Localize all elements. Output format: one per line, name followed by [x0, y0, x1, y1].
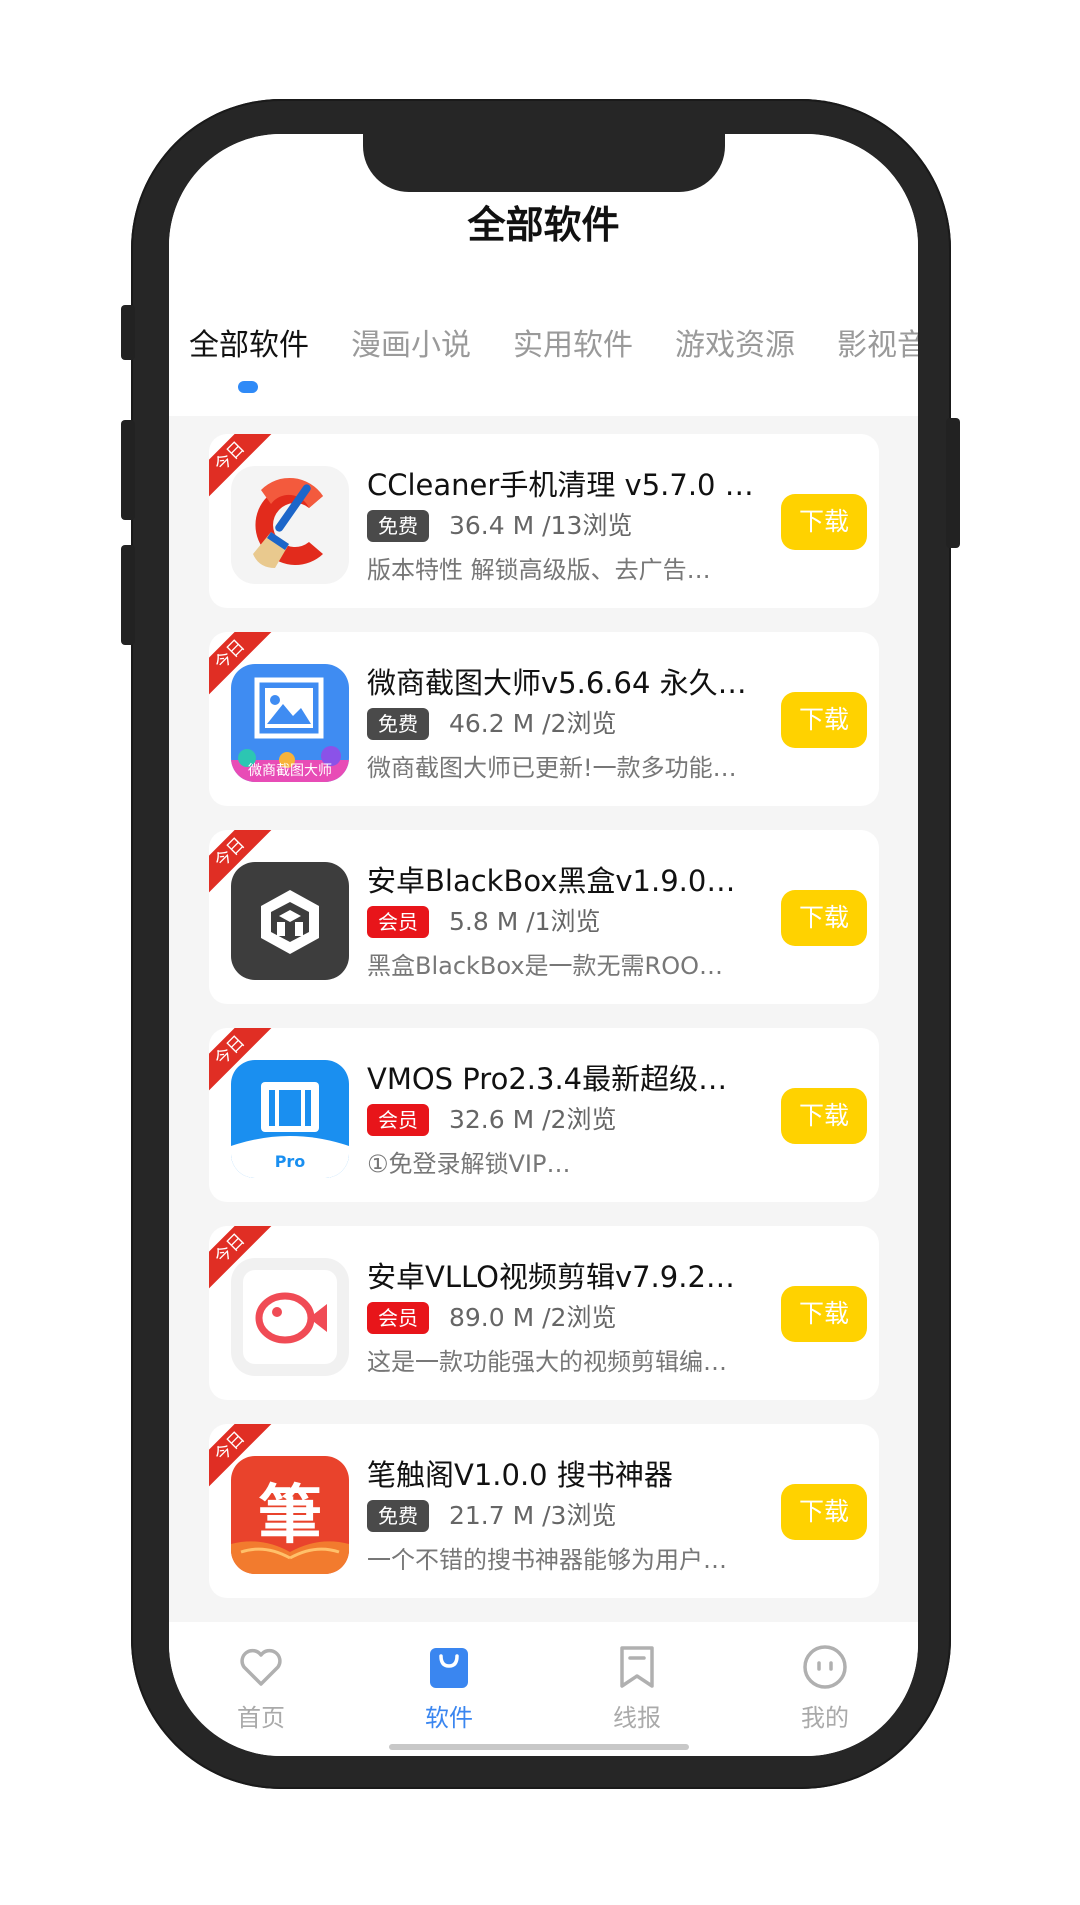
nav-label: 线报	[613, 1704, 661, 1732]
tab-utility-software[interactable]: 实用软件	[513, 320, 633, 364]
nav-profile[interactable]: 我的	[765, 1642, 885, 1733]
nav-home[interactable]: 首页	[201, 1642, 321, 1733]
screen: 全部软件 全部软件 漫画小说 实用软件 游戏资源 影视音 今日 CCleaner…	[169, 134, 918, 1756]
ribbon-label: 今日	[209, 632, 281, 704]
bottom-nav: 首页 软件 线报 我的	[169, 1622, 918, 1756]
smiley-face-icon	[803, 1645, 847, 1689]
today-ribbon: 今日	[209, 1028, 281, 1100]
tab-game-resources[interactable]: 游戏资源	[675, 320, 795, 364]
size-views: 21.7 M /3浏览	[449, 1501, 617, 1530]
today-ribbon: 今日	[209, 434, 281, 506]
app-description: ①免登录解锁VIP…	[367, 1150, 571, 1178]
list-item[interactable]: 今日 微商截图大师 微商截图大师v5.6.64 永久… 免费 46.2 M /2…	[209, 632, 879, 806]
list-item[interactable]: 今日 安卓BlackBox黑盒v1.9.0… 会员 5.8 M /1浏览 黑盒B…	[209, 830, 879, 1004]
list-item[interactable]: 今日 Pro VMOS Pro2.3.4最新超级… 会员 32.6 M /2浏览…	[209, 1028, 879, 1202]
list-item[interactable]: 今日 筆 笔触阁V1.0.0 搜书神器 免费 21.7 M /3浏览 一个不错的…	[209, 1424, 879, 1598]
today-ribbon: 今日	[209, 632, 281, 704]
app-title: 微商截图大师v5.6.64 永久…	[367, 666, 747, 700]
app-title: 安卓BlackBox黑盒v1.9.0…	[367, 864, 736, 898]
today-ribbon: 今日	[209, 830, 281, 902]
today-ribbon: 今日	[209, 1424, 281, 1496]
size-views: 46.2 M /2浏览	[449, 709, 617, 738]
nav-software[interactable]: 软件	[389, 1642, 509, 1733]
side-button	[121, 305, 135, 360]
shopping-bag-icon	[430, 1648, 468, 1688]
download-button[interactable]: 下载	[781, 494, 867, 550]
nav-label: 首页	[237, 1704, 285, 1732]
bookmark-icon	[620, 1646, 654, 1688]
side-button	[946, 418, 960, 548]
today-ribbon: 今日	[209, 1226, 281, 1298]
side-button	[121, 545, 135, 645]
list-item[interactable]: 今日 CCleaner手机清理 v5.7.0 … 免费 36.4 M /13浏览…	[209, 434, 879, 608]
home-indicator	[389, 1744, 689, 1750]
download-button[interactable]: 下载	[781, 1484, 867, 1540]
download-button[interactable]: 下载	[781, 890, 867, 946]
price-badge: 会员	[367, 1104, 429, 1136]
size-views: 89.0 M /2浏览	[449, 1303, 617, 1332]
app-title: 笔触阁V1.0.0 搜书神器	[367, 1458, 673, 1492]
nav-label: 我的	[801, 1704, 849, 1732]
category-tabs: 全部软件 漫画小说 实用软件 游戏资源 影视音	[189, 320, 918, 380]
price-badge: 免费	[367, 1500, 429, 1532]
ribbon-label: 今日	[209, 830, 281, 902]
tab-indicator	[238, 381, 258, 393]
nav-label: 软件	[425, 1704, 473, 1732]
app-description: 微商截图大师已更新!一款多功能…	[367, 754, 737, 782]
size-views: 36.4 M /13浏览	[449, 511, 633, 540]
size-views: 32.6 M /2浏览	[449, 1105, 617, 1134]
size-views: 5.8 M /1浏览	[449, 907, 601, 936]
price-badge: 会员	[367, 1302, 429, 1334]
tab-comics-novels[interactable]: 漫画小说	[351, 320, 471, 364]
app-description: 这是一款功能强大的视频剪辑编…	[367, 1348, 727, 1376]
price-badge: 免费	[367, 708, 429, 740]
app-title: CCleaner手机清理 v5.7.0 …	[367, 468, 754, 502]
list-item[interactable]: 今日 安卓VLLO视频剪辑v7.9.2… 会员 89.0 M /2浏览 这是一款…	[209, 1226, 879, 1400]
price-badge: 会员	[367, 906, 429, 938]
side-button	[121, 420, 135, 520]
download-button[interactable]: 下载	[781, 692, 867, 748]
ribbon-label: 今日	[209, 1028, 281, 1100]
tab-video-audio[interactable]: 影视音	[837, 320, 918, 364]
download-button[interactable]: 下载	[781, 1286, 867, 1342]
icon-caption: 微商截图大师	[248, 763, 332, 779]
page-title: 全部软件	[467, 203, 620, 247]
ribbon-label: 今日	[209, 1226, 281, 1298]
heart-icon	[240, 1648, 282, 1686]
app-title: VMOS Pro2.3.4最新超级…	[367, 1062, 728, 1096]
app-description: 一个不错的搜书神器能够为用户…	[367, 1546, 727, 1574]
ribbon-label: 今日	[209, 1424, 281, 1496]
download-button[interactable]: 下载	[781, 1088, 867, 1144]
app-description: 版本特性 解锁高级版、去广告…	[367, 556, 711, 584]
ribbon-label: 今日	[209, 434, 281, 506]
nav-deals[interactable]: 线报	[577, 1642, 697, 1733]
app-description: 黑盒BlackBox是一款无需ROO…	[367, 952, 724, 980]
notch	[363, 134, 725, 192]
icon-caption: Pro	[274, 1152, 306, 1171]
tab-all-software[interactable]: 全部软件	[189, 320, 309, 364]
price-badge: 免费	[367, 510, 429, 542]
app-title: 安卓VLLO视频剪辑v7.9.2…	[367, 1260, 735, 1294]
